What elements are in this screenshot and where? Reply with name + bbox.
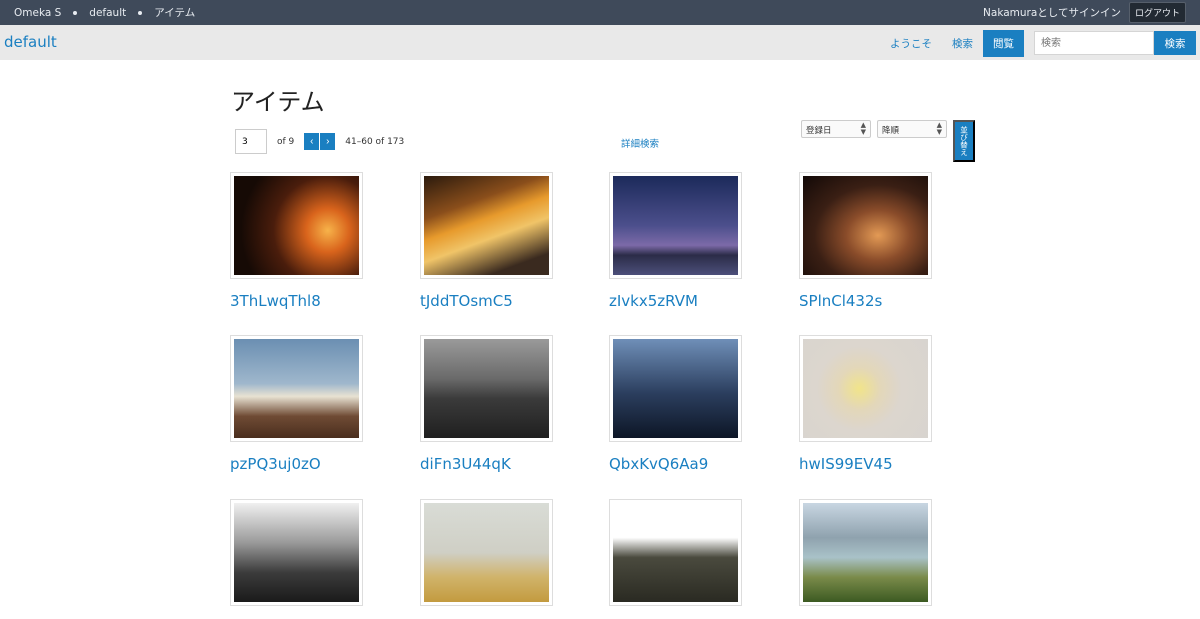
sort-button[interactable]: 並び替え [953, 120, 975, 162]
item-image [803, 339, 928, 438]
item-image [234, 503, 359, 602]
site-header: default ようこそ 検索 閲覧 検索 [0, 25, 1200, 60]
item-thumbnail[interactable] [230, 499, 363, 606]
chevron-right-icon: › [326, 136, 330, 147]
site-title[interactable]: default [4, 33, 57, 51]
previous-page-button[interactable]: ‹ [304, 133, 320, 150]
signed-in-user[interactable]: Nakamuraとしてサインイン [983, 5, 1121, 20]
item-thumbnail[interactable] [799, 172, 932, 279]
item-image [803, 176, 928, 275]
item-card [420, 499, 553, 619]
admin-top-bar: Omeka S default アイテム Nakamuraとしてサインイン ログ… [0, 0, 1200, 25]
item-card [799, 499, 932, 619]
item-thumbnail[interactable] [609, 172, 742, 279]
item-thumbnail[interactable] [420, 335, 553, 442]
sort-by-select[interactable]: 登録日 ▲ ▼ [801, 120, 871, 138]
item-image [613, 339, 738, 438]
item-card [230, 499, 363, 619]
breadcrumb-site[interactable]: default [89, 7, 126, 19]
item-card: diFn3U44qK [420, 335, 553, 473]
page-number-input[interactable] [235, 129, 267, 154]
item-thumbnail[interactable] [230, 335, 363, 442]
item-thumbnail[interactable] [609, 499, 742, 606]
item-title[interactable]: diFn3U44qK [420, 455, 553, 473]
item-image [424, 339, 549, 438]
item-title[interactable]: zIvkx5zRVM [609, 292, 742, 310]
item-thumbnail[interactable] [799, 335, 932, 442]
item-card: SPlnCl432s [799, 172, 932, 310]
item-title[interactable]: QbxKvQ6Aa9 [609, 455, 742, 473]
sort-by-value: 登録日 [806, 126, 832, 136]
item-image [234, 339, 359, 438]
item-card: pzPQ3uj0zO [230, 335, 363, 473]
site-nav: ようこそ 検索 閲覧 検索 [890, 29, 1200, 57]
item-image [613, 503, 738, 602]
result-range: 41–60 of 173 [345, 136, 405, 147]
next-page-button[interactable]: › [320, 133, 336, 150]
item-image [613, 176, 738, 275]
item-image [234, 176, 359, 275]
item-thumbnail[interactable] [799, 499, 932, 606]
item-thumbnail[interactable] [420, 499, 553, 606]
logout-button[interactable]: ログアウト [1128, 2, 1186, 23]
advanced-search-link[interactable]: 詳細検索 [621, 136, 659, 150]
chevron-left-icon: ‹ [310, 136, 314, 147]
breadcrumb-current: アイテム [154, 7, 196, 19]
item-card: 3ThLwqThl8 [230, 172, 363, 310]
pagination: of 9 ‹ › 41–60 of 173 [235, 129, 404, 154]
breadcrumb-omeka[interactable]: Omeka S [14, 7, 61, 19]
item-thumbnail[interactable] [609, 335, 742, 442]
item-card [609, 499, 742, 619]
nav-browse[interactable]: 閲覧 [983, 29, 1024, 57]
search-button[interactable]: 検索 [1154, 31, 1196, 55]
item-card: zIvkx5zRVM [609, 172, 742, 310]
item-title[interactable]: 3ThLwqThl8 [230, 292, 363, 310]
item-thumbnail[interactable] [230, 172, 363, 279]
item-image [424, 503, 549, 602]
sort-order-value: 降順 [882, 126, 900, 136]
breadcrumb: Omeka S default アイテム [14, 0, 195, 25]
item-card: QbxKvQ6Aa9 [609, 335, 742, 473]
item-title[interactable]: pzPQ3uj0zO [230, 455, 363, 473]
item-image [803, 503, 928, 602]
user-area: Nakamuraとしてサインイン ログアウト [983, 0, 1186, 25]
total-pages: of 9 [277, 136, 295, 147]
item-title[interactable]: tJddTOsmC5 [420, 292, 553, 310]
select-arrows-icon: ▲ ▼ [860, 121, 866, 136]
item-title[interactable]: hwIS99EV45 [799, 455, 932, 473]
item-thumbnail[interactable] [420, 172, 553, 279]
nav-search[interactable]: 検索 [952, 36, 973, 51]
item-card: hwIS99EV45 [799, 335, 932, 473]
breadcrumb-separator [138, 10, 143, 15]
item-title[interactable]: SPlnCl432s [799, 292, 932, 310]
item-card: tJddTOsmC5 [420, 172, 553, 310]
sort-order-select[interactable]: 降順 ▲ ▼ [877, 120, 947, 138]
select-arrows-icon: ▲ ▼ [936, 121, 942, 136]
page-title: アイテム [231, 88, 325, 116]
nav-welcome[interactable]: ようこそ [890, 36, 932, 51]
item-image [424, 176, 549, 275]
search-input[interactable] [1034, 31, 1154, 55]
breadcrumb-separator [73, 10, 78, 15]
sort-controls: 登録日 ▲ ▼ 降順 ▲ ▼ 並び替え [801, 120, 975, 162]
